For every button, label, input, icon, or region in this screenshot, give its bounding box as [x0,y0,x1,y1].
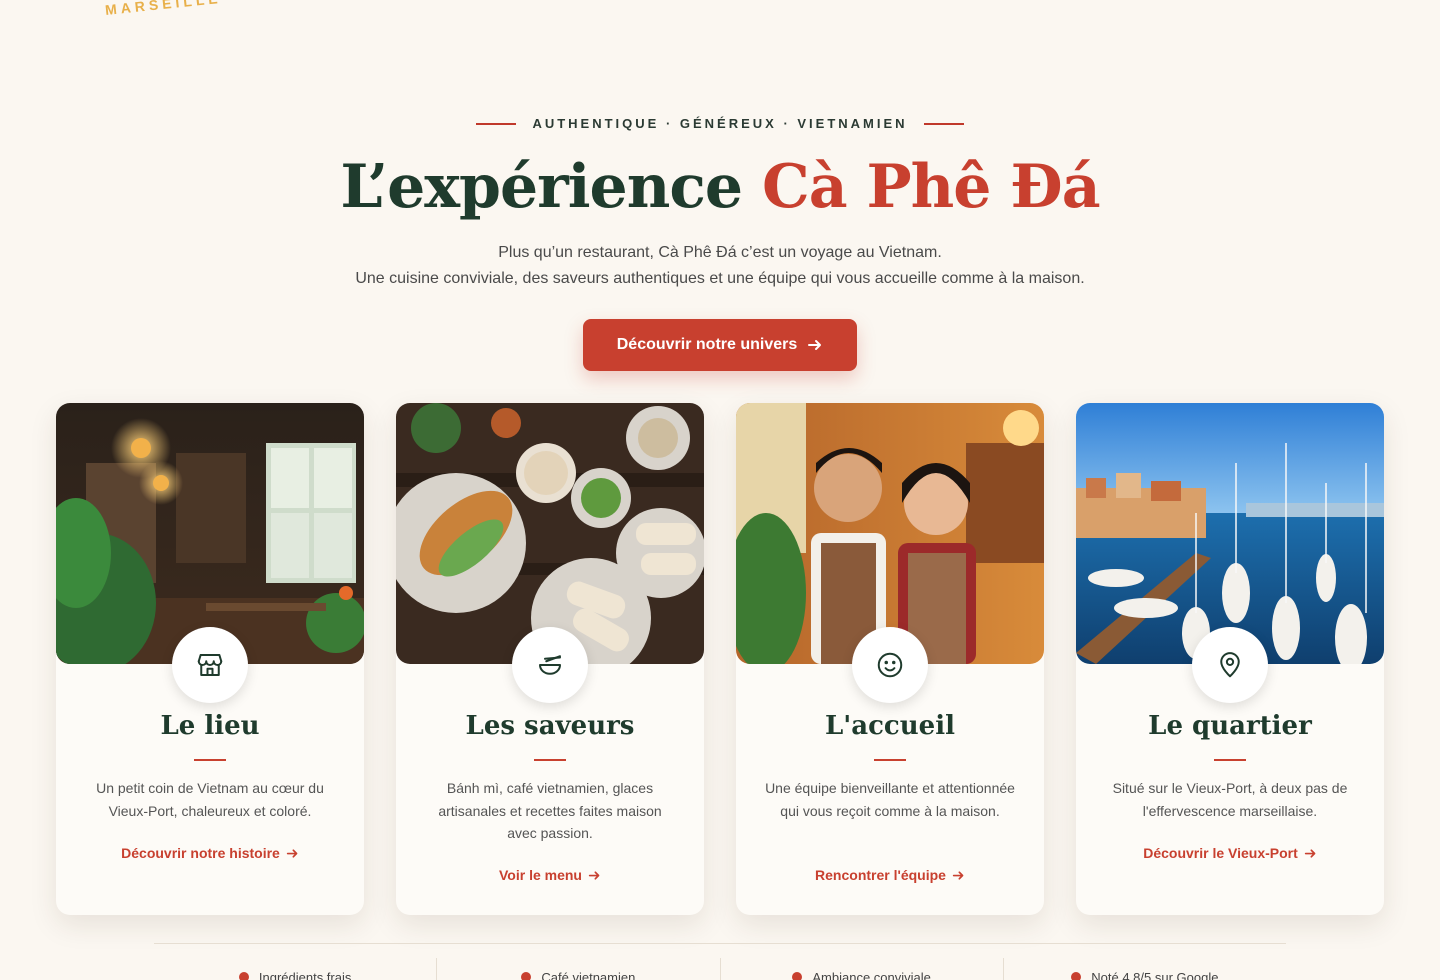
hero-description: Plus qu’un restaurant, Cà Phê Đá c’est u… [0,240,1440,292]
card-l-accueil: L'accueil Une équipe bienveillante et at… [736,403,1044,915]
card-icon-wrap [1192,627,1268,703]
feature-label: Ambiance conviviale [812,969,931,980]
card-icon-wrap [512,627,588,703]
card-description: Bánh mì, café vietnamien, glaces artisan… [438,780,662,841]
cta-label: Découvrir notre univers [616,336,798,353]
card-divider [874,759,906,761]
leaf-icon [238,972,249,980]
card-link-label: Voir le menu [499,867,582,883]
bowl-icon [539,655,561,675]
vieux-port-image [1076,403,1384,664]
hero-title-accent: Cà Phê Đá [761,152,1101,222]
discover-history-link[interactable]: Découvrir notre histoire [56,845,364,861]
card-icon-wrap [172,627,248,703]
card-title: Le lieu [160,711,260,741]
card-divider [534,759,566,761]
card-description: Un petit coin de Vietnam au cœur du Vieu… [96,780,324,819]
card-le-quartier: Le quartier Situé sur le Vieux-Port, à d… [1076,403,1384,915]
arrow-right-icon [286,848,298,858]
feature-label: Noté 4,8/5 sur Google [1091,969,1219,980]
card-link-label: Découvrir notre histoire [121,845,280,861]
team-portrait-image [736,403,1044,664]
card-divider [194,759,226,761]
card-icon-wrap [852,627,928,703]
food-spread-image [396,403,704,664]
heart-icon [792,972,803,980]
arrow-right-icon [588,870,600,880]
feature-item: Noté 4,8/5 sur Google [1004,958,1286,980]
feature-item: Ambiance conviviale [721,958,1004,980]
hero-title: L’expérience Cà Phê Đá [0,152,1440,222]
kicker-text: AUTHENTIQUE · GÉNÉREUX · VIETNAMIEN [532,116,908,131]
card-title: L'accueil [825,711,955,741]
feature-label: Café vietnamien [541,969,636,980]
card-les-saveurs: Les saveurs Bánh mì, café vietnamien, gl… [396,403,704,915]
page: MARSEILLE AUTHENTIQUE · GÉNÉREUX · VIETN… [0,0,1440,980]
star-icon [1071,972,1082,980]
restaurant-interior-image [56,403,364,664]
arrow-right-icon [952,870,964,880]
hero-title-main: L’expérience [340,152,762,222]
card-divider [1214,759,1246,761]
meet-team-link[interactable]: Rencontrer l'équipe [736,867,1044,883]
card-title: Les saveurs [465,711,635,741]
feature-label: Ingrédients frais [258,969,352,980]
card-link-label: Rencontrer l'équipe [815,867,946,883]
hero-desc-line-1: Plus qu’un restaurant, Cà Phê Đá c’est u… [498,244,942,261]
smile-icon [877,652,903,678]
map-pin-icon [1220,652,1240,678]
features-strip: Ingrédients frais Café vietnamien Ambian… [154,958,1286,980]
view-menu-link[interactable]: Voir le menu [396,867,704,883]
card-le-lieu: Le lieu Un petit coin de Vietnam au cœur… [56,403,364,915]
card-description: Une équipe bienveillante et attentionnée… [765,780,1015,819]
hero-desc-line-2: Une cuisine conviviale, des saveurs auth… [355,270,1085,287]
arrow-right-icon [808,340,822,350]
card-title: Le quartier [1148,711,1312,741]
card-link-label: Découvrir le Vieux-Port [1143,845,1298,861]
store-icon [197,654,223,676]
discover-universe-button[interactable]: Découvrir notre univers [583,319,857,371]
card-description: Situé sur le Vieux-Port, à deux pas de l… [1112,780,1348,819]
kicker-rule-left [476,122,517,125]
coffee-icon [521,972,532,980]
arrow-right-icon [1304,848,1316,858]
features-divider [154,943,1286,944]
hero-kicker: AUTHENTIQUE · GÉNÉREUX · VIETNAMIEN [0,116,1440,131]
kicker-rule-right [923,122,964,125]
brand-subtitle[interactable]: MARSEILLE [104,0,222,18]
feature-item: Café vietnamien [437,958,721,980]
discover-vieux-port-link[interactable]: Découvrir le Vieux-Port [1076,845,1384,861]
feature-item: Ingrédients frais [154,958,438,980]
